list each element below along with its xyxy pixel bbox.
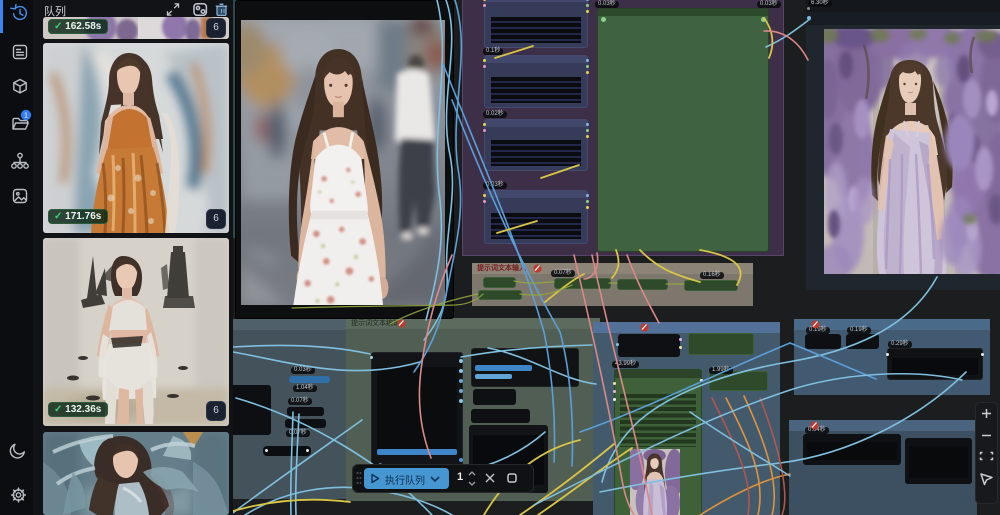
svg-text:1: 1 bbox=[24, 111, 28, 120]
